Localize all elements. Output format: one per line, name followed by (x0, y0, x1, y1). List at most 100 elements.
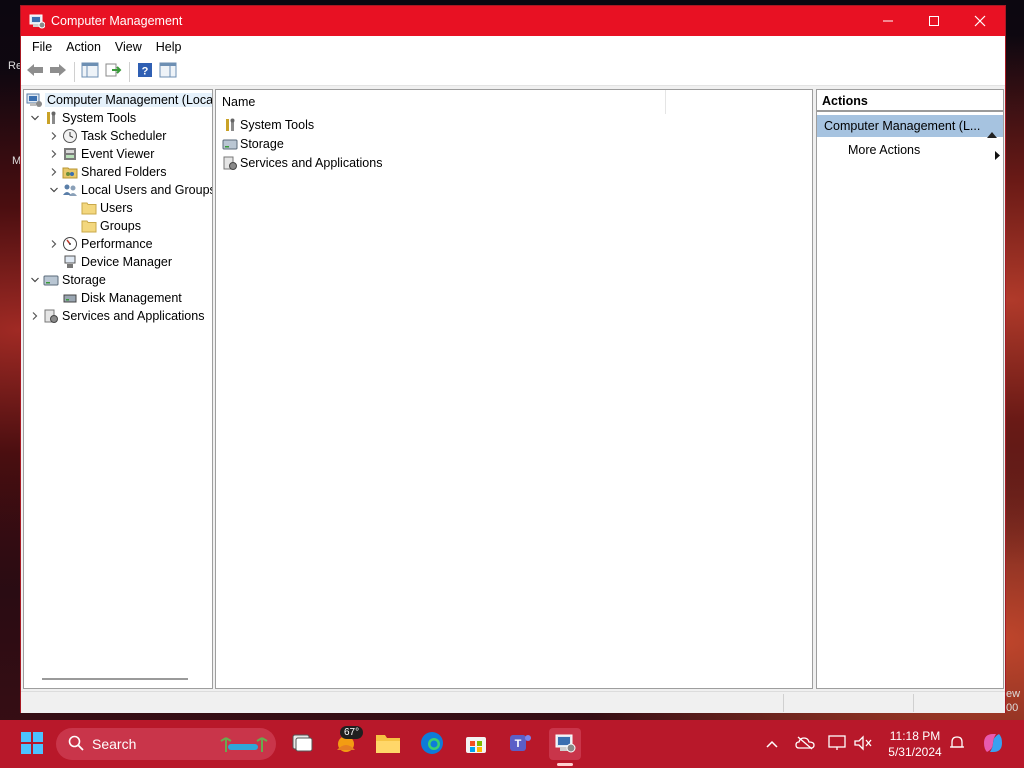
title-bar[interactable]: Computer Management (21, 6, 1005, 36)
search-highlight-icon (220, 732, 268, 757)
maximize-button[interactable] (911, 6, 957, 36)
bell-icon (948, 734, 966, 755)
chevron-down-icon[interactable] (27, 272, 43, 288)
tree-item-disk-management[interactable]: Disk Management (46, 289, 182, 307)
teams-icon: T (507, 730, 533, 759)
teams-button[interactable]: T (504, 728, 536, 760)
more-actions-item[interactable]: More Actions (848, 140, 1000, 160)
show-hide-console-tree-button[interactable] (79, 61, 101, 83)
tree-item-groups[interactable]: Groups (65, 217, 141, 235)
chevron-right-icon[interactable] (27, 308, 43, 324)
computer-management-icon (29, 13, 46, 29)
search-icon (68, 735, 84, 754)
tree-root-computer-management[interactable]: Computer Management (Local (26, 91, 212, 109)
tree-item-device-manager[interactable]: Device Manager (46, 253, 172, 271)
folder-icon (81, 200, 97, 216)
start-button[interactable] (16, 728, 48, 760)
export-list-button[interactable] (102, 61, 124, 83)
tree-item-performance[interactable]: Performance (46, 235, 153, 253)
submenu-arrow-icon (995, 146, 1000, 166)
back-button[interactable] (24, 61, 46, 83)
forward-button[interactable] (47, 61, 69, 83)
export-icon (104, 62, 122, 81)
shared-folder-icon (62, 164, 78, 180)
tree-item-local-users-and-groups[interactable]: Local Users and Groups (46, 181, 212, 199)
list-item-system-tools[interactable]: System Tools (222, 115, 314, 134)
tree-label: Services and Applications (62, 309, 205, 323)
folder-icon (375, 732, 401, 757)
status-bar (21, 691, 1005, 713)
task-view-button[interactable] (286, 728, 318, 760)
copilot-button[interactable] (978, 728, 1008, 760)
clock-date: 5/31/2024 (888, 745, 942, 759)
minimize-button[interactable] (865, 6, 911, 36)
performance-icon (62, 236, 78, 252)
help-icon: ? (137, 62, 153, 81)
list-item-label: System Tools (240, 117, 315, 132)
search-label: Search (92, 736, 137, 752)
clock-icon (62, 128, 78, 144)
chevron-down-icon[interactable] (27, 110, 43, 126)
desktop-fragment-text: ew (1006, 688, 1021, 700)
horizontal-scrollbar[interactable] (42, 678, 188, 680)
chevron-right-icon[interactable] (46, 128, 62, 144)
results-pane[interactable]: Name System Tools Storage Services and A… (215, 89, 813, 689)
column-header-name[interactable]: Name (216, 90, 666, 114)
edge-icon (420, 731, 444, 758)
microsoft-store-button[interactable] (460, 728, 492, 760)
tree-item-event-viewer[interactable]: Event Viewer (46, 145, 154, 163)
file-explorer-button[interactable] (372, 728, 404, 760)
folder-icon (81, 218, 97, 234)
chevron-right-icon[interactable] (46, 146, 62, 162)
network-button[interactable] (824, 728, 850, 760)
edge-browser-button[interactable] (416, 728, 448, 760)
tree-label: System Tools (62, 111, 137, 125)
taskbar-search-box[interactable]: Search (56, 728, 276, 760)
event-viewer-icon (62, 146, 78, 162)
tree-item-users[interactable]: Users (65, 199, 133, 217)
tree-item-system-tools[interactable]: System Tools (27, 109, 136, 127)
monitor-icon (827, 734, 847, 755)
speaker-muted-icon (853, 734, 873, 755)
tree-label: Shared Folders (81, 165, 167, 179)
actions-section-label: Computer Management (L... (824, 119, 981, 133)
volume-button[interactable] (850, 728, 876, 760)
menu-help[interactable]: Help (149, 36, 189, 58)
chevron-down-icon[interactable] (46, 182, 62, 198)
status-cell (783, 694, 913, 712)
active-app-indicator (557, 763, 573, 766)
tools-icon (43, 110, 59, 126)
services-icon (43, 308, 59, 324)
desktop-fragment-text: 00 (1006, 702, 1019, 714)
notifications-button[interactable] (944, 728, 970, 760)
computer-management-icon (554, 732, 576, 757)
list-item-storage[interactable]: Storage (222, 134, 284, 153)
tree-label: Disk Management (81, 291, 182, 305)
chevron-right-icon[interactable] (46, 236, 62, 252)
onedrive-button[interactable] (792, 728, 818, 760)
chevron-right-icon[interactable] (46, 164, 62, 180)
actions-section-computer-management[interactable]: Computer Management (L... (817, 115, 1003, 138)
tools-icon (222, 117, 238, 133)
action-pane-icon (159, 62, 177, 81)
computer-management-taskbar-button[interactable] (549, 728, 581, 760)
users-groups-icon (62, 182, 78, 198)
help-button[interactable]: ? (134, 61, 156, 83)
show-hidden-icons-button[interactable] (760, 728, 784, 760)
tree-item-services-and-applications[interactable]: Services and Applications (27, 307, 204, 325)
taskbar-clock[interactable]: 11:18 PM 5/31/2024 (880, 728, 950, 760)
tree-item-storage[interactable]: Storage (27, 271, 106, 289)
menu-action[interactable]: Action (59, 36, 108, 58)
console-tree-pane[interactable]: Computer Management (Local System Tools … (23, 89, 213, 689)
menu-file[interactable]: File (25, 36, 59, 58)
copilot-icon (981, 731, 1005, 758)
list-item-services-and-applications[interactable]: Services and Applications (222, 153, 382, 172)
menu-bar: File Action View Help (21, 36, 1005, 58)
list-item-label: Storage (240, 136, 284, 151)
actions-header: Actions (817, 90, 1003, 112)
tree-item-task-scheduler[interactable]: Task Scheduler (46, 127, 166, 145)
close-button[interactable] (957, 6, 1003, 36)
menu-view[interactable]: View (108, 36, 149, 58)
tree-item-shared-folders[interactable]: Shared Folders (46, 163, 166, 181)
show-hide-action-pane-button[interactable] (157, 61, 179, 83)
